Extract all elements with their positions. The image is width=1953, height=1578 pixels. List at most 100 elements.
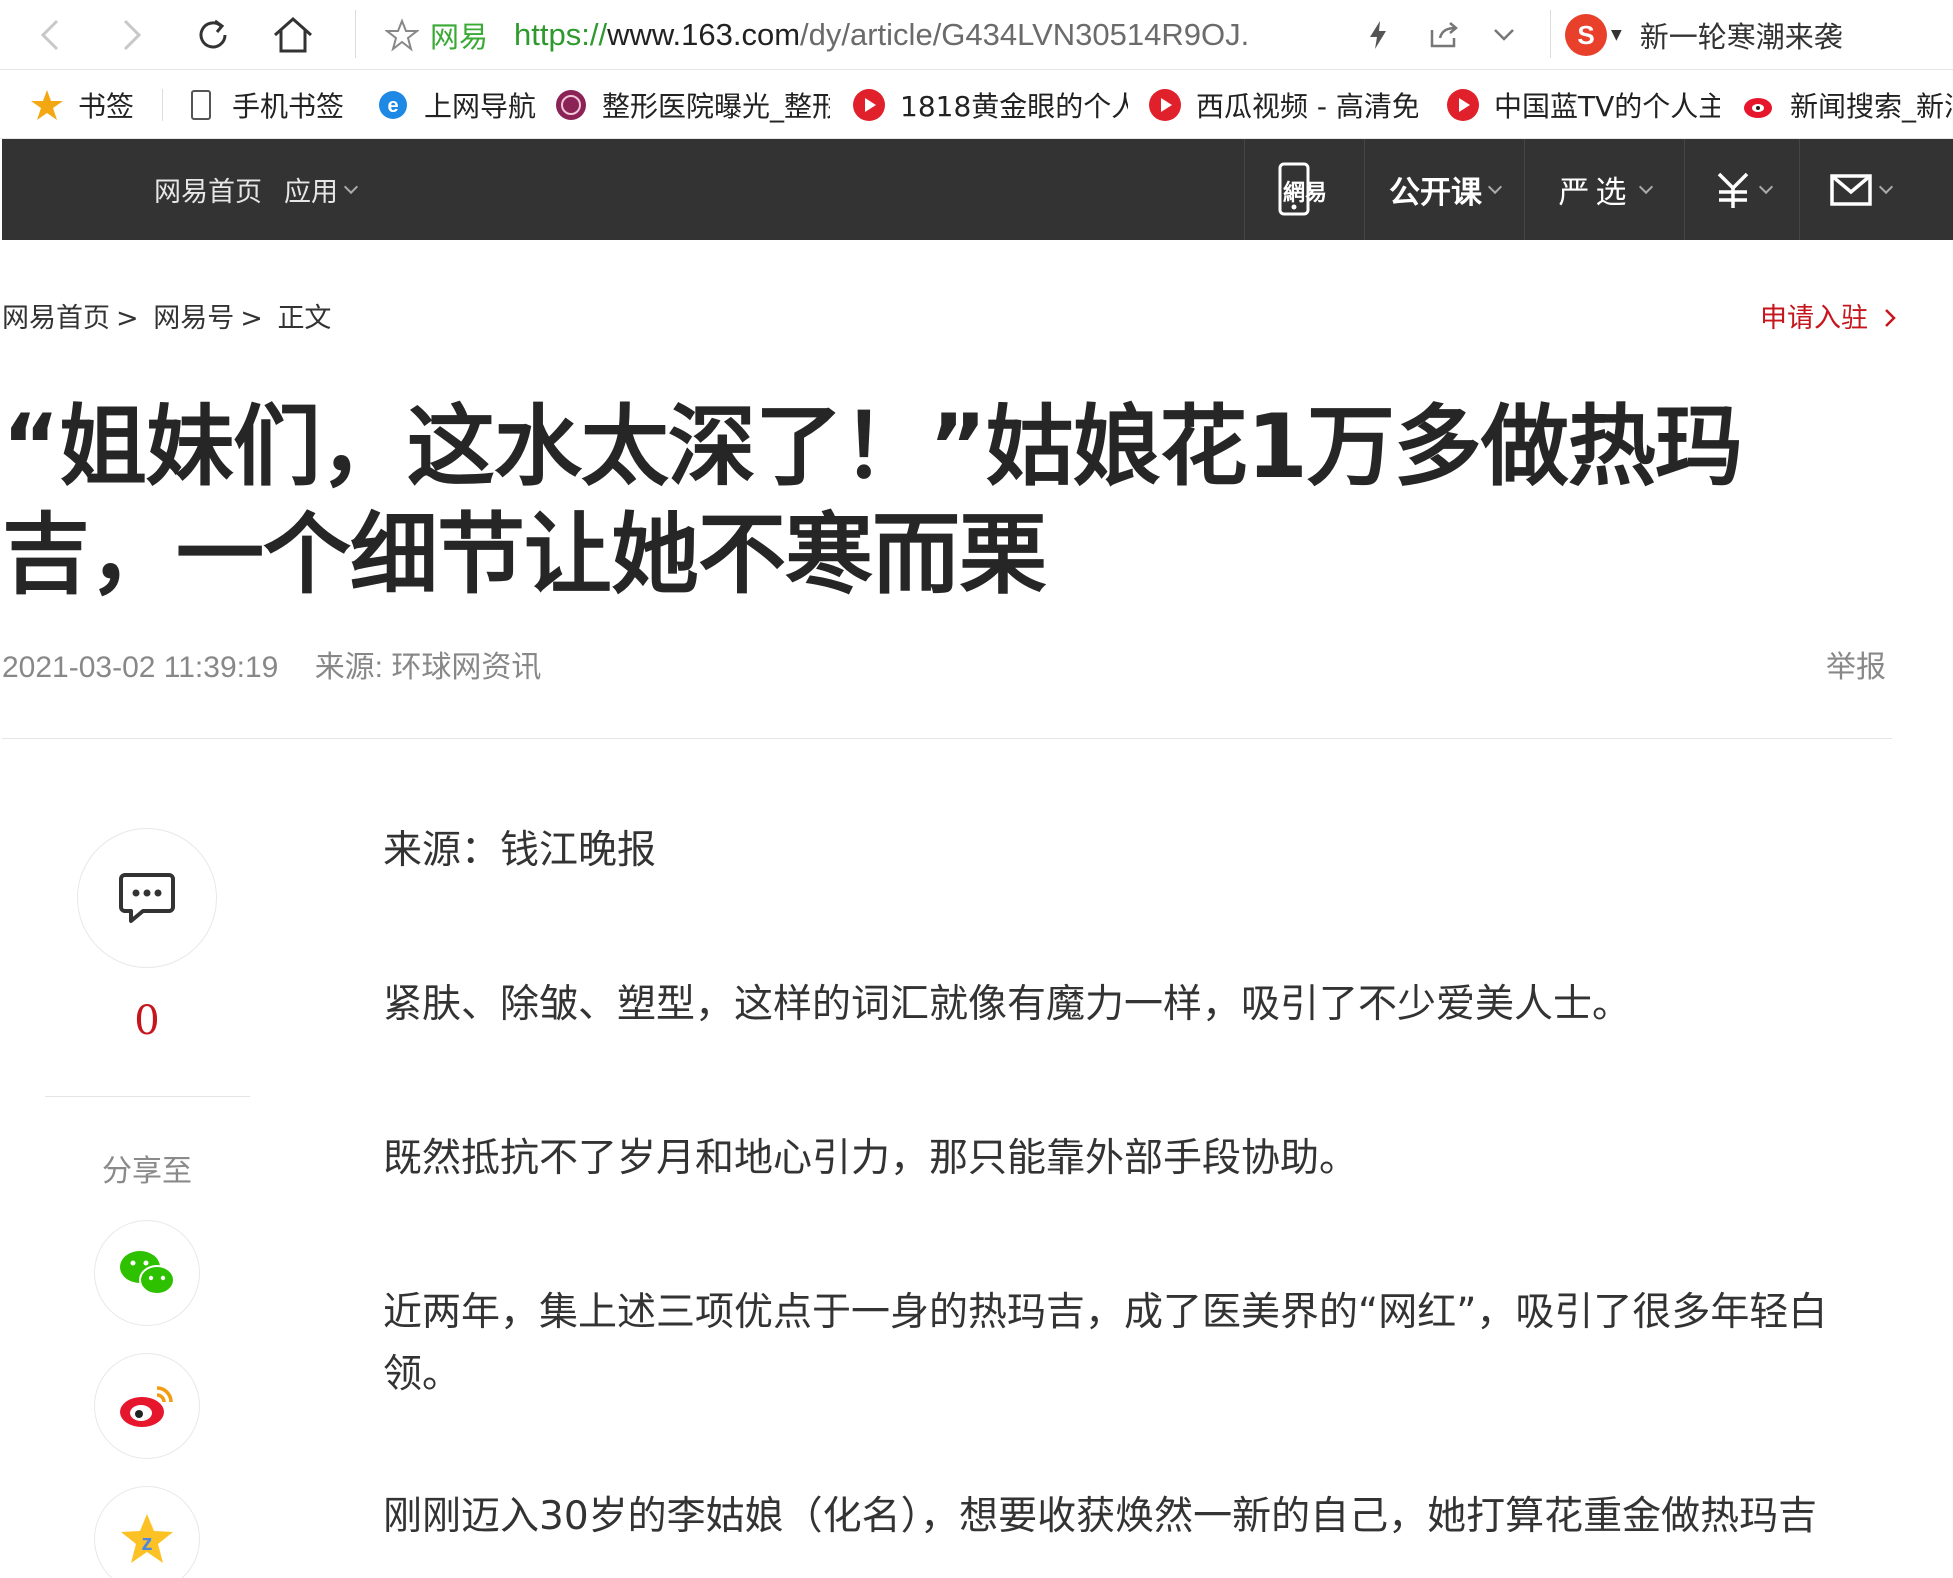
bookmark-label: 书签 [78, 90, 135, 123]
bookmark-separator [162, 89, 163, 121]
mobile-icon-text: 網易 [1283, 181, 1328, 206]
address-dropdown-button[interactable] [1478, 8, 1530, 62]
video-play-icon [852, 88, 886, 122]
nav-finance[interactable] [1684, 139, 1799, 240]
bookmark-item-bookmarks[interactable]: 书签 [30, 71, 135, 138]
chevron-down-icon [343, 179, 359, 194]
bookmark-item-video-2[interactable]: 西瓜视频 - 高清免 [1148, 71, 1418, 138]
apply-join-link[interactable]: 申请入驻 [1760, 296, 1897, 335]
search-suggestion-text[interactable]: 新一轮寒潮来袭 [1640, 14, 1843, 56]
comment-button[interactable] [77, 828, 217, 968]
clinic-logo-icon [554, 88, 588, 122]
url-host: www.163.com [607, 17, 801, 52]
url-text[interactable]: https://www.163.com/dy/article/G434LVN30… [514, 17, 1324, 53]
toolbar-separator [355, 10, 356, 58]
article-source[interactable]: 来源: 环球网资讯 [315, 651, 542, 684]
share-page-button[interactable] [1418, 8, 1470, 62]
comment-count[interactable]: 0 [100, 998, 194, 1044]
report-link[interactable]: 举报 [1826, 642, 1886, 686]
url-path: /dy/article/G434LVN30514R9OJ. [800, 17, 1250, 52]
nav-open-course[interactable]: 公开课 [1364, 139, 1524, 240]
chevron-down-icon [1638, 179, 1653, 194]
back-button[interactable] [24, 8, 78, 62]
ie-icon: e [376, 88, 410, 122]
bookmark-label: 整形医院曝光_整形 [602, 90, 830, 123]
bookmark-label: 上网导航 [424, 90, 537, 123]
home-button[interactable] [266, 8, 320, 62]
article-paragraph: 来源：钱江晚报 [383, 828, 657, 873]
bookmark-label: 1818黄金眼的个人 [900, 90, 1128, 123]
qzone-star-icon: z [121, 1514, 173, 1563]
article-body: 来源：钱江晚报 紧肤、除皱、塑型，这样的词汇就像有魔力一样，吸引了不少爱美人士。… [383, 820, 1893, 1578]
chevron-down-icon [1878, 179, 1893, 194]
speed-mode-button[interactable] [1352, 8, 1404, 62]
search-box[interactable]: S ▼ 新一轮寒潮来袭 [1565, 8, 1843, 62]
bookmark-label: 西瓜视频 - 高清免 [1196, 90, 1418, 123]
article-title: “姐妹们，这水太深了！”姑娘花1万多做热玛吉，一个细节让她不寒而栗 [2, 395, 1743, 606]
comment-bubble-icon [119, 873, 175, 923]
bookmark-item-news-search[interactable]: 新闻搜索_新浪 [1742, 71, 1953, 138]
bookmark-label: 新闻搜索_新浪 [1790, 90, 1953, 123]
share-icon [1430, 22, 1458, 48]
browser-toolbar: 网易 https://www.163.com/dy/article/G434LV… [0, 0, 1953, 70]
nav-apps-label: 应用 [284, 177, 338, 208]
share-wechat-button[interactable] [94, 1220, 200, 1326]
bookmark-item-video-1[interactable]: 1818黄金眼的个人 [852, 71, 1128, 138]
bookmark-item-clinic[interactable]: 整形医院曝光_整形 [554, 71, 830, 138]
share-label: 分享至 [102, 1154, 192, 1189]
forward-arrow-icon [123, 19, 142, 51]
toolbar-separator [1550, 10, 1551, 58]
nav-mobile-app[interactable]: 網易 [1244, 139, 1364, 240]
bookmark-item-navigation[interactable]: e 上网导航 [376, 71, 537, 138]
engine-dropdown-icon[interactable]: ▼ [1611, 27, 1622, 43]
breadcrumb-wangyihao[interactable]: 网易号 [153, 303, 234, 334]
breadcrumb-home[interactable]: 网易首页 [2, 303, 110, 334]
breadcrumb-separator: > [116, 303, 139, 334]
chevron-down-icon [1494, 29, 1514, 41]
chevron-down-icon [1487, 179, 1503, 194]
site-nav-bar: 网易首页 应用 網易 公开课 严选 [2, 139, 1953, 240]
chevron-down-icon [1758, 179, 1774, 194]
weibo-icon [1742, 88, 1776, 122]
rail-divider [45, 1096, 250, 1097]
site-identity-label: 网易 [430, 20, 489, 54]
bookmark-item-video-3[interactable]: 中国蓝TV的个人主 [1446, 71, 1720, 138]
bookmark-star-icon[interactable] [380, 18, 424, 52]
publish-datetime: 2021-03-02 11:39:19 [2, 651, 279, 684]
nav-yanxuan[interactable]: 严选 [1524, 139, 1684, 240]
reload-icon [199, 19, 227, 49]
yuan-icon [1717, 172, 1749, 208]
back-arrow-icon [40, 19, 59, 51]
article-meta: 2021-03-02 11:39:19 来源: 环球网资讯 [2, 642, 541, 686]
weibo-icon [120, 1386, 173, 1427]
bookmarks-bar: 书签 手机书签 e 上网导航 整形医院曝光_整形 1818黄金眼的个人 西瓜视频… [0, 71, 1953, 139]
chevron-right-icon [1884, 309, 1896, 327]
phone-icon [184, 88, 218, 122]
reload-button[interactable] [186, 8, 240, 62]
article-paragraph: 紧肤、除皱、塑型，这样的词汇就像有魔力一样，吸引了不少爱美人士。 [383, 982, 1632, 1027]
lightning-icon [1370, 21, 1386, 49]
nav-home-link[interactable]: 网易首页 [154, 139, 262, 240]
svg-text:z: z [142, 1530, 153, 1555]
nav-yanxuan-label: 严选 [1558, 175, 1633, 211]
breadcrumb-current: 正文 [277, 303, 332, 334]
nav-mail[interactable] [1799, 139, 1919, 240]
wechat-icon [120, 1251, 175, 1295]
url-protocol: https:// [514, 17, 608, 52]
breadcrumb-separator: > [240, 303, 263, 334]
sogou-icon[interactable]: S [1565, 14, 1607, 56]
nav-apps-menu[interactable]: 应用 [284, 139, 359, 240]
bookmark-label: 手机书签 [232, 90, 345, 123]
star-icon [30, 88, 64, 122]
bookmark-item-mobile[interactable]: 手机书签 [184, 71, 345, 138]
nav-open-course-label: 公开课 [1389, 175, 1482, 211]
mail-icon [1829, 173, 1872, 206]
breadcrumb: 网易首页 > 网易号 > 正文 [2, 296, 337, 335]
share-weibo-button[interactable] [94, 1353, 200, 1459]
meta-divider [2, 738, 1892, 739]
article-paragraph: 刚刚迈入30岁的李姑娘（化名），想要收获焕然一新的自己，她打算花重金做热玛吉 [383, 1494, 1818, 1539]
forward-button[interactable] [104, 8, 158, 62]
bookmark-label: 中国蓝TV的个人主 [1494, 90, 1720, 123]
share-qzone-button[interactable]: z [94, 1486, 200, 1578]
article-paragraph: 近两年，集上述三项优点于一身的热玛吉，成了医美界的“网红”，吸引了很多年轻白领。 [383, 1290, 1828, 1397]
